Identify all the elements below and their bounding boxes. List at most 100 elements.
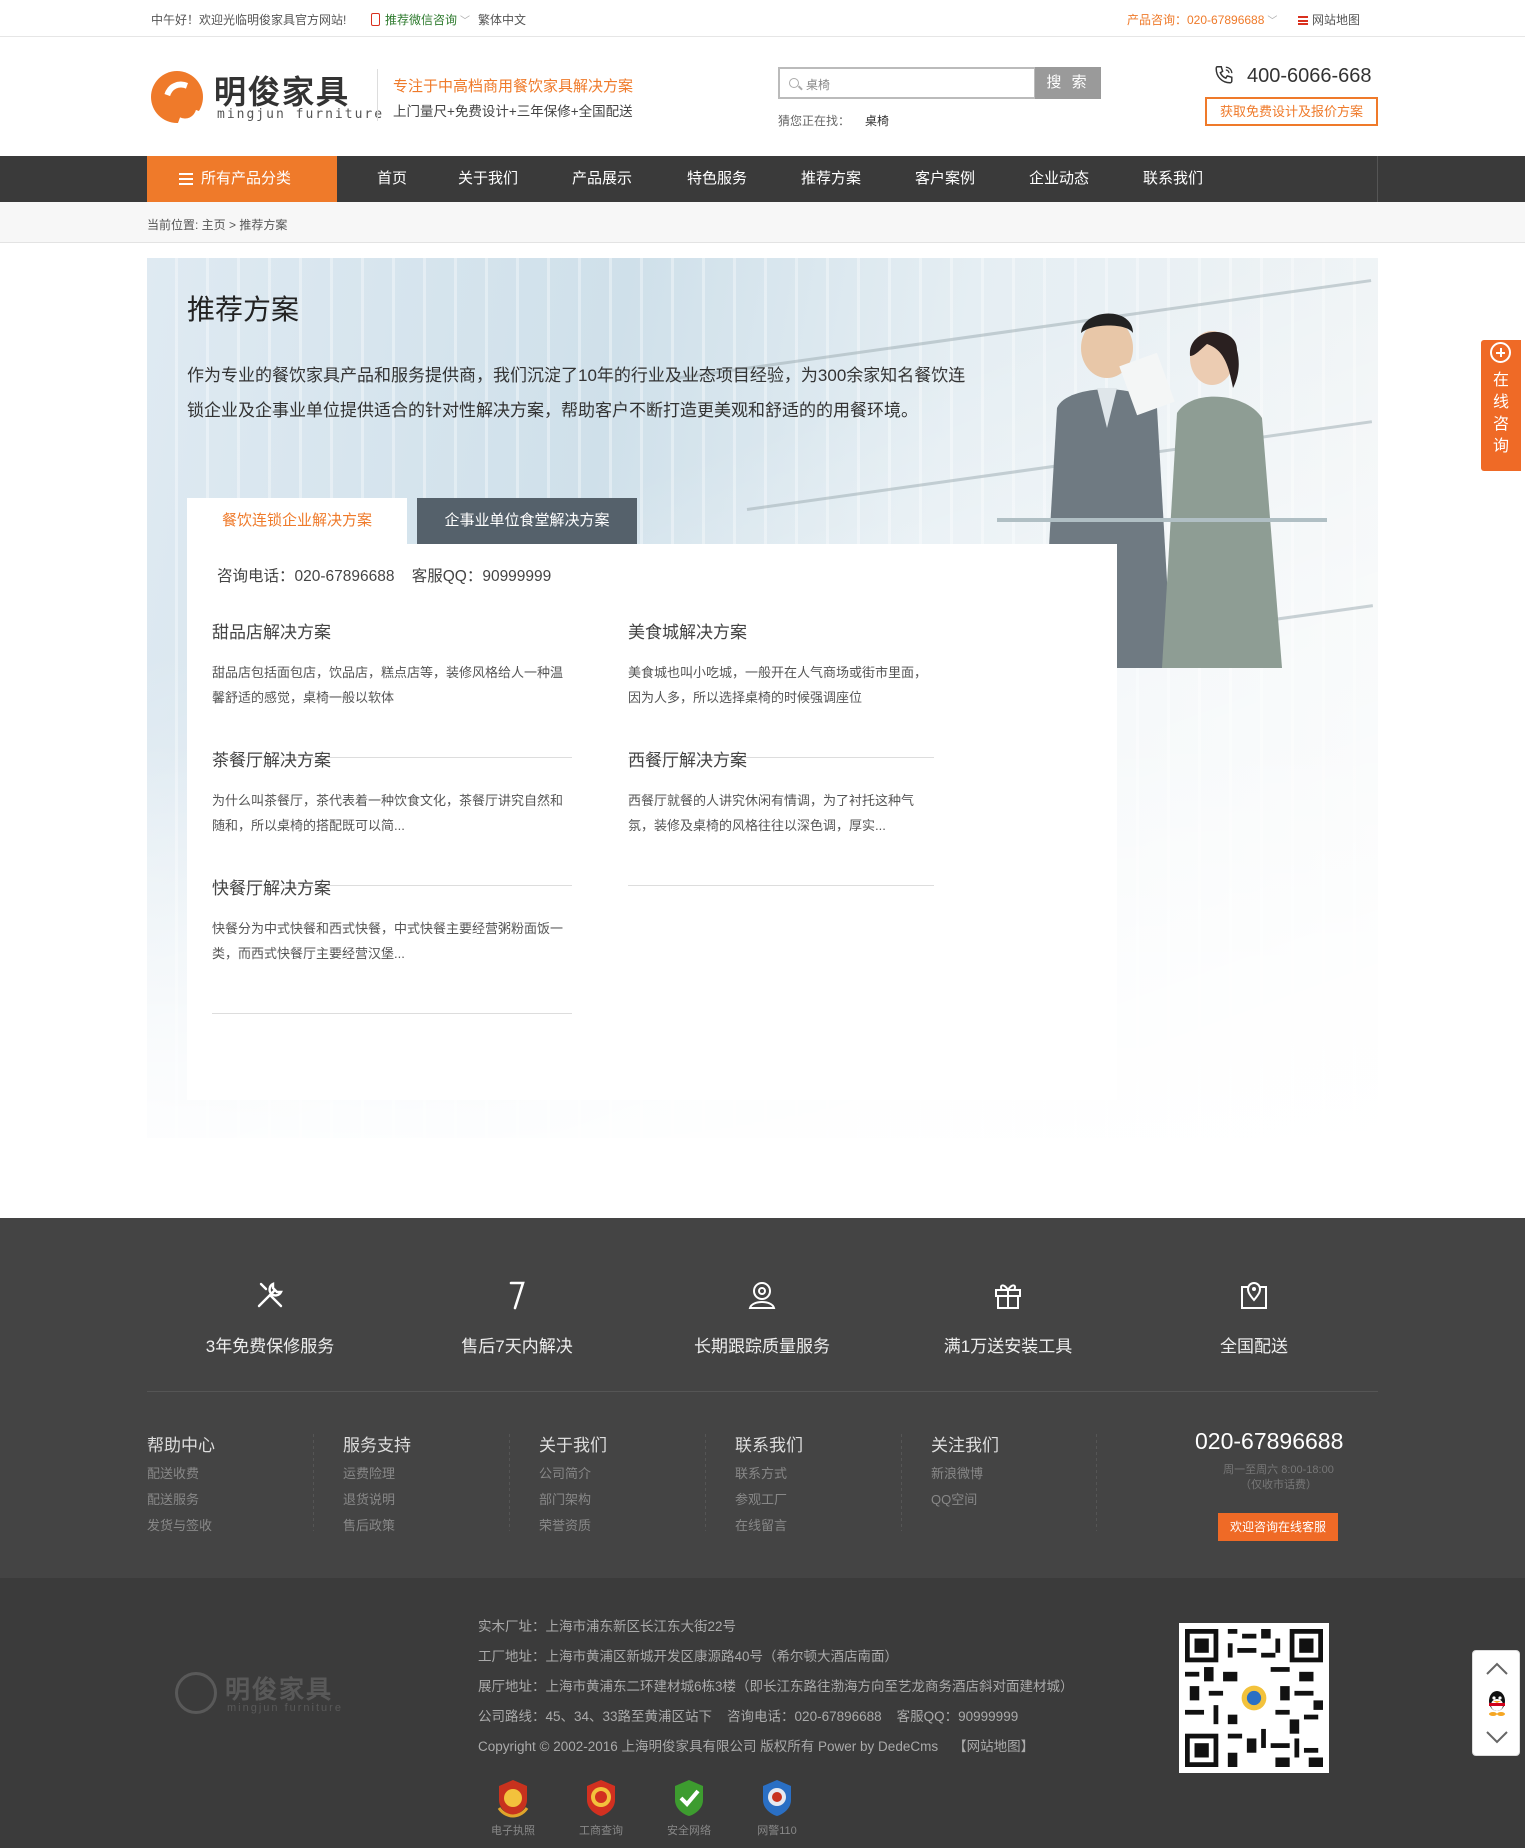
badge-commerce-query[interactable]: 工商查询	[566, 1778, 636, 1838]
solution-desc: 西餐厅就餐的人讲究休闲有情调，为了衬托这种气氛，装修及桌椅的风格往往以深色调，厚…	[628, 793, 915, 833]
solution-item[interactable]: 美食城解决方案 美食城也叫小吃城，一般开在人气商场或街市里面，因为人多，所以选择…	[628, 618, 934, 758]
online-consult-button[interactable]: 在线咨询	[1481, 340, 1521, 471]
solution-desc: 甜品店包括面包店，饮品店，糕点店等，装修风格给人一种温馨舒适的感觉，桌椅一般以软…	[212, 665, 564, 705]
solutions-panel: 咨询电话：020-67896688 客服QQ：90999999 甜品店解决方案 …	[187, 544, 1117, 1100]
chevron-down-icon[interactable]	[1485, 1727, 1509, 1747]
service-hours: 周一至周六 8:00-18:00 （仅收市话费）	[1195, 1463, 1362, 1493]
qq-icon[interactable]	[1484, 1689, 1510, 1717]
breadcrumb-text: 当前位置: 主页 > 推荐方案	[147, 218, 288, 232]
footer-column-title: 关注我们	[931, 1436, 999, 1455]
chevron-down-icon: ﹀	[1267, 16, 1278, 27]
solution-item[interactable]: 茶餐厅解决方案 为什么叫茶餐厅，茶代表着一种饮食文化，茶餐厅讲究自然和随和，所以…	[212, 746, 572, 886]
footer-column-contact: 联系我们 联系方式 参观工厂 在线留言	[705, 1431, 905, 1534]
footer-column-support: 服务支持 运费险理 退货说明 售后政策	[313, 1431, 513, 1534]
footer-link[interactable]: 配送收费	[147, 1463, 317, 1482]
traditional-chinese-link[interactable]: 繁体中文	[478, 11, 526, 28]
badge-label: 电子执照	[491, 1825, 535, 1837]
qr-code-image	[1185, 1629, 1323, 1767]
footer-link[interactable]: 参观工厂	[735, 1489, 905, 1508]
all-categories-button[interactable]: 所有产品分类	[147, 156, 337, 202]
footer-link[interactable]: QQ空间	[931, 1489, 1101, 1508]
suggestion-keyword[interactable]: 桌椅	[865, 114, 889, 128]
shield-check-icon	[675, 1780, 703, 1816]
nav-item-about[interactable]: 关于我们	[458, 156, 518, 202]
footer-link[interactable]: 运费险理	[343, 1463, 513, 1482]
footer-link[interactable]: 部门架构	[539, 1489, 709, 1508]
feature-label: 3年免费保修服务	[205, 1337, 335, 1356]
solution-item[interactable]: 西餐厅解决方案 西餐厅就餐的人讲究休闲有情调，为了衬托这种气氛，装修及桌椅的风格…	[628, 746, 934, 886]
footer: 3年免费保修服务 售后7天内解决 长期跟踪质量服务 满1万送安装工具 全国配送 …	[0, 1218, 1525, 1578]
footer-link[interactable]: 售后政策	[343, 1515, 513, 1534]
wechat-consult-link[interactable]: 推荐微信咨询 ﹀	[371, 11, 470, 28]
solution-title: 西餐厅解决方案	[628, 751, 747, 770]
service-hours-text: 周一至周六 8:00-18:00	[1223, 1464, 1334, 1476]
qr-code	[1179, 1623, 1329, 1773]
badge-label: 安全网络	[667, 1825, 711, 1837]
nav-item-products[interactable]: 产品展示	[572, 156, 632, 202]
divider	[1096, 1431, 1097, 1531]
feature-item: 满1万送安装工具	[908, 1278, 1108, 1357]
badge-business-license[interactable]: 电子执照	[478, 1778, 548, 1838]
certification-badges: 电子执照 工商查询 安全网络 网警110	[478, 1778, 838, 1838]
hotline-number: 400-6066-668	[1247, 65, 1372, 87]
product-consult-link[interactable]: 产品咨询：020-67896688 ﹀	[1127, 11, 1277, 28]
service-hours-note: （仅收市话费）	[1240, 1479, 1317, 1491]
info-line: 工厂地址：上海市黄浦区新城开发区康源路40号（希尔顿大酒店南面）	[478, 1649, 899, 1664]
footer-column-title: 关于我们	[539, 1436, 607, 1455]
nav-item-contact[interactable]: 联系我们	[1143, 156, 1203, 202]
footer-link[interactable]: 荣誉资质	[539, 1515, 709, 1534]
logo-subtext: mingjun furniture	[217, 107, 385, 122]
footer-link[interactable]: 公司简介	[539, 1463, 709, 1482]
search-box	[778, 67, 1036, 99]
tools-icon	[257, 1282, 283, 1308]
nav-item-solutions[interactable]: 推荐方案	[801, 156, 861, 202]
search-input[interactable]	[806, 73, 1026, 95]
nav-item-cases[interactable]: 客户案例	[915, 156, 975, 202]
badge-safe-network[interactable]: 安全网络	[654, 1778, 724, 1838]
divider	[509, 1431, 510, 1531]
feature-label: 售后7天内解决	[461, 1337, 573, 1356]
breadcrumb: 当前位置: 主页 > 推荐方案	[0, 202, 1525, 243]
footer-link[interactable]: 配送服务	[147, 1489, 317, 1508]
search-button[interactable]: 搜 索	[1035, 67, 1101, 99]
nav-item-news[interactable]: 企业动态	[1029, 156, 1089, 202]
chevron-up-icon[interactable]	[1485, 1659, 1509, 1679]
floating-toolbar	[1472, 1650, 1520, 1756]
footer-link[interactable]: 联系方式	[735, 1463, 905, 1482]
tab-chain-restaurant[interactable]: 餐饮连锁企业解决方案	[187, 498, 407, 544]
header: 明俊家具 mingjun furniture 专注于中高档商用餐饮家具解决方案 …	[0, 37, 1525, 156]
badge-label: 网警110	[757, 1825, 797, 1837]
footer-column-follow: 关注我们 新浪微博 QQ空间	[901, 1431, 1101, 1531]
tab-canteen[interactable]: 企事业单位食堂解决方案	[417, 498, 637, 544]
footer-link[interactable]: 发货与签收	[147, 1515, 317, 1534]
free-design-button[interactable]: 获取免费设计及报价方案	[1205, 97, 1378, 126]
footer-link[interactable]: 退货说明	[343, 1489, 513, 1508]
divider	[705, 1431, 706, 1531]
bottom-bar: 明俊家具 mingjun furniture 实木厂址：上海市浦东新区长江东大街…	[0, 1578, 1525, 1848]
nav-item-home[interactable]: 首页	[377, 156, 407, 202]
footer-phone: 020-67896688	[1195, 1428, 1344, 1454]
divider	[147, 1391, 1378, 1392]
footer-link[interactable]: 在线留言	[735, 1515, 905, 1534]
footer-link[interactable]: 新浪微博	[931, 1463, 1101, 1482]
feature-label: 满1万送安装工具	[943, 1337, 1073, 1356]
badge-cyber-police[interactable]: 网警110	[742, 1778, 812, 1838]
feature-label: 全国配送	[1220, 1337, 1288, 1356]
solution-desc: 为什么叫茶餐厅，茶代表着一种饮食文化，茶餐厅讲究自然和随和，所以桌椅的搭配既可以…	[212, 793, 564, 833]
gift-icon	[995, 1284, 1021, 1309]
page-description: 作为专业的餐饮家具产品和服务提供商，我们沉淀了10年的行业及业态项目经验，为30…	[187, 366, 966, 420]
nav-item-services[interactable]: 特色服务	[687, 156, 747, 202]
feature-item: 售后7天内解决	[417, 1278, 617, 1357]
solution-item[interactable]: 快餐厅解决方案 快餐分为中式快餐和西式快餐，中式快餐主要经营粥粉面饭一类，而西式…	[212, 874, 572, 1014]
footer-column-help: 帮助中心 配送收费 配送服务 发货与签收	[147, 1431, 317, 1534]
sitemap-link[interactable]: 网站地图	[1298, 11, 1360, 28]
phone-icon	[1215, 66, 1233, 84]
logo-subtext: mingjun furniture	[227, 1702, 343, 1714]
feature-item: 长期跟踪质量服务	[662, 1278, 862, 1357]
footer-column-about: 关于我们 公司简介 部门架构 荣誉资质	[509, 1431, 709, 1534]
solution-item[interactable]: 甜品店解决方案 甜品店包括面包店，饮品店，糕点店等，装修风格给人一种温馨舒适的感…	[212, 618, 572, 758]
online-service-button[interactable]: 欢迎咨询在线客服	[1218, 1513, 1338, 1541]
search-suggestions: 猜您正在找： 桌椅	[778, 112, 889, 129]
info-line: 展厅地址：上海市黄浦东二环建材城6栋3楼（即长江东路往渤海方向至艺龙商务酒店斜对…	[478, 1679, 1074, 1694]
search-icon	[789, 78, 799, 88]
